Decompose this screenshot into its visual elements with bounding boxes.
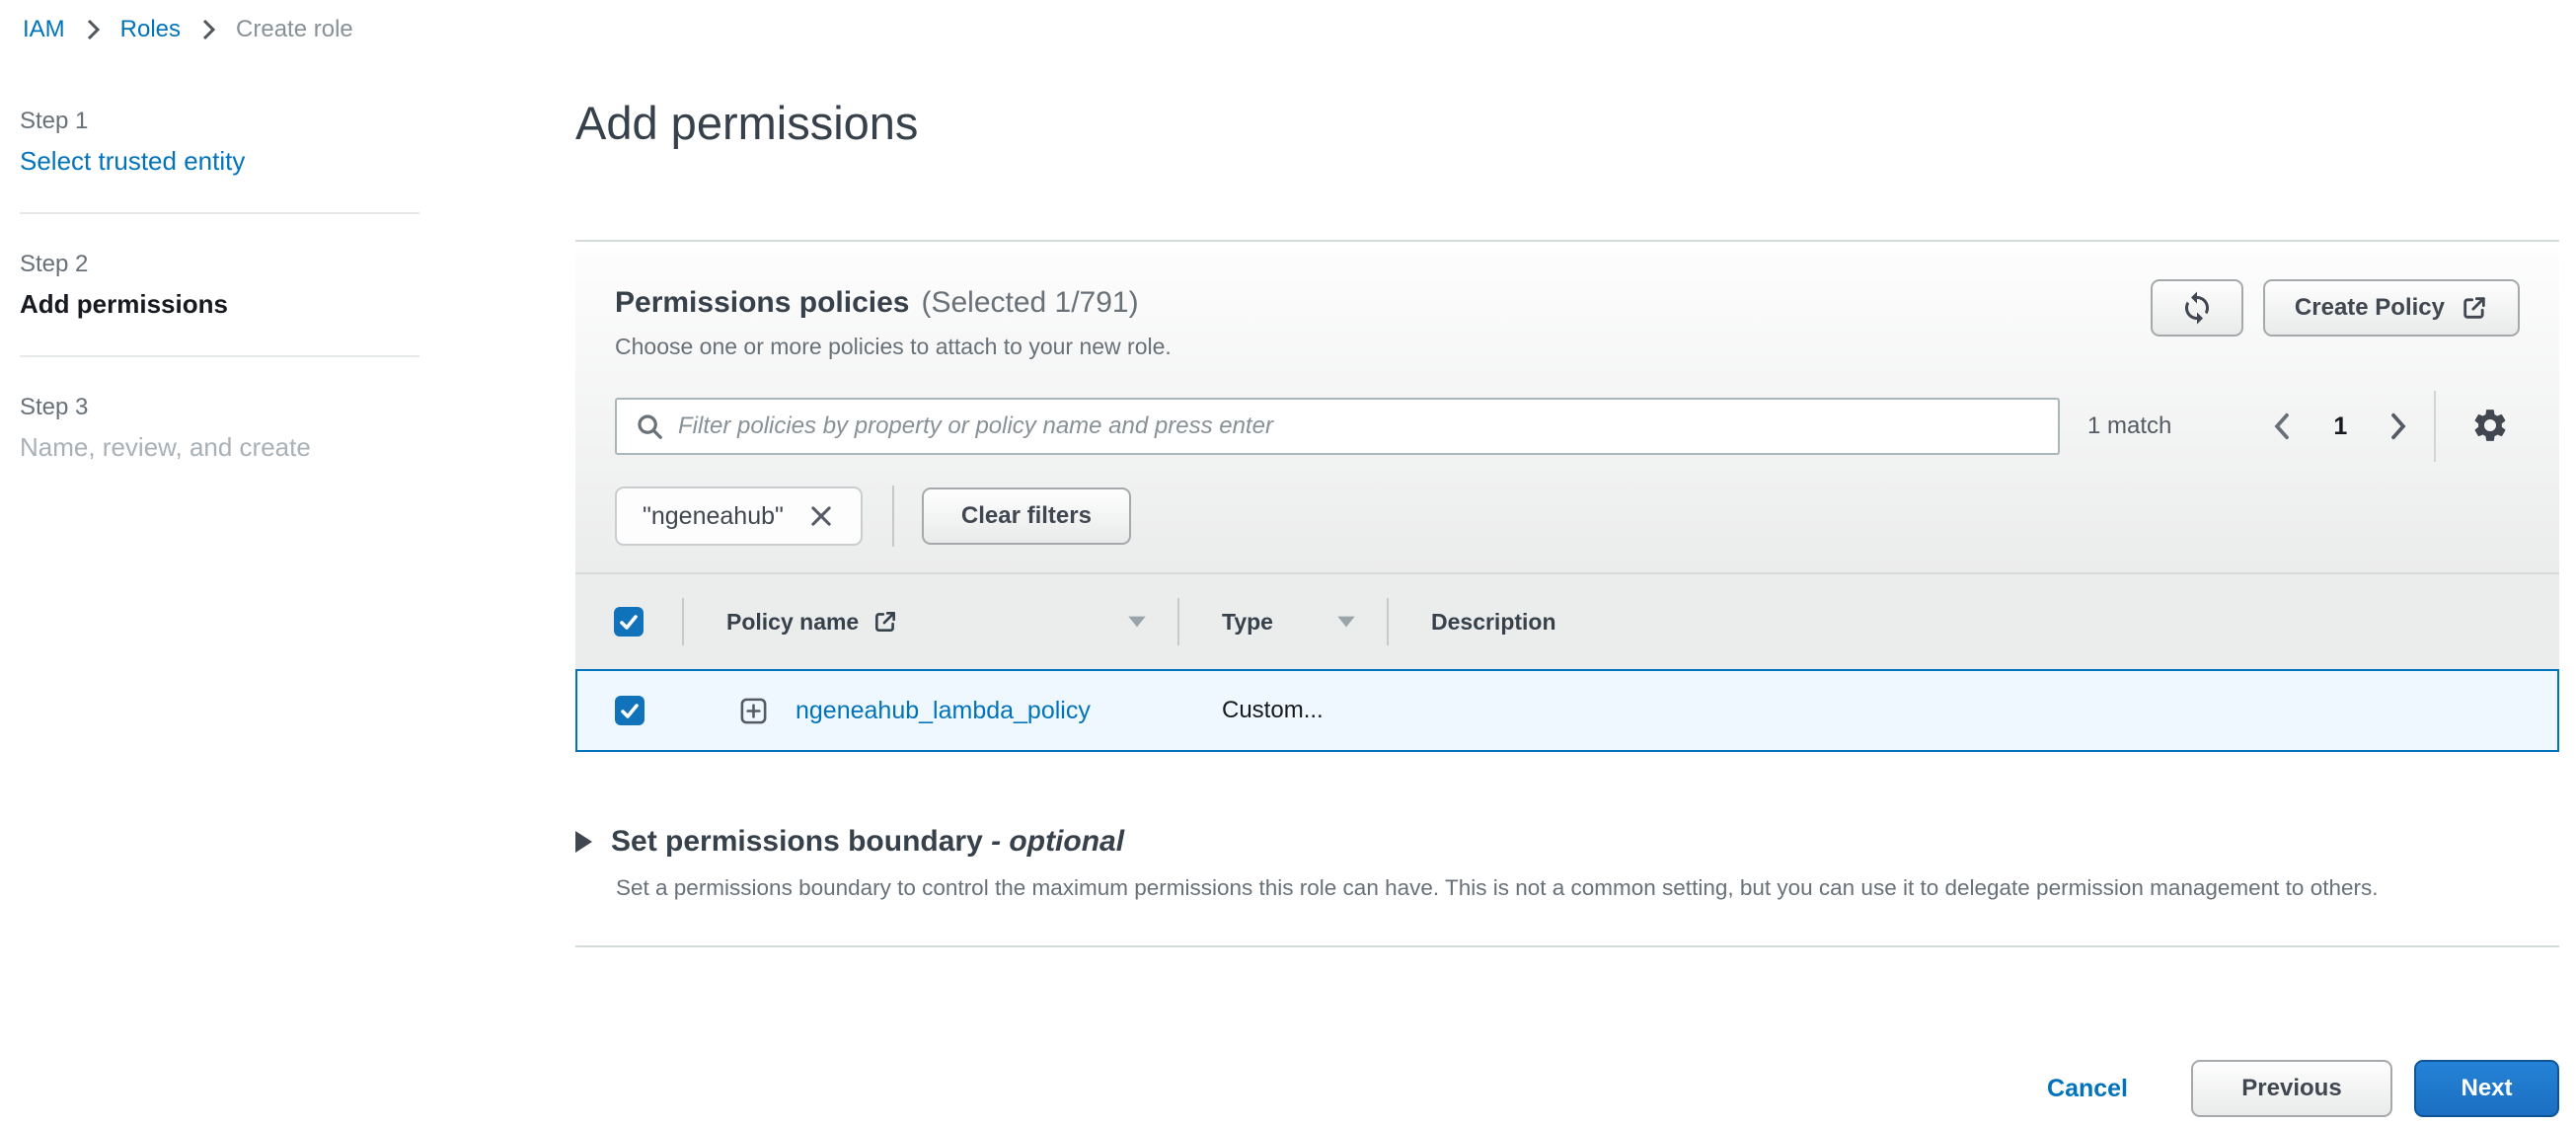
row-checkbox[interactable] (615, 696, 644, 725)
preferences-button[interactable] (2471, 407, 2509, 447)
divider (1387, 598, 1389, 645)
chevron-right-icon (2385, 412, 2412, 441)
refresh-button[interactable] (2151, 279, 2243, 337)
divider (575, 240, 2559, 242)
remove-filter-button[interactable] (807, 502, 835, 530)
divider (892, 486, 894, 547)
external-link-icon (872, 609, 898, 635)
gear-icon (2471, 407, 2509, 444)
page-number[interactable]: 1 (2333, 412, 2347, 441)
permissions-boundary-section: Set permissions boundary - optional Set … (575, 823, 2559, 902)
column-label: Policy name (726, 609, 859, 636)
boundary-expand-toggle[interactable]: Set permissions boundary - optional (575, 823, 2559, 861)
next-button[interactable]: Next (2414, 1060, 2559, 1117)
policy-type-cell: Custom... (1177, 697, 1387, 724)
column-header-type[interactable]: Type (1177, 609, 1387, 636)
next-page-button[interactable] (2385, 412, 2412, 441)
boundary-title: Set permissions boundary (611, 825, 991, 858)
breadcrumb-link-iam[interactable]: IAM (23, 16, 65, 43)
match-count: 1 match (2087, 412, 2171, 440)
close-icon (807, 502, 835, 530)
step-3: Step 3 Name, review, and create (20, 393, 419, 463)
divider (682, 598, 684, 645)
permissions-policies-panel: Permissions policies (Selected 1/791) Cho… (575, 249, 2559, 752)
check-icon (618, 699, 642, 722)
panel-header: Permissions policies (Selected 1/791) Cho… (575, 249, 2559, 572)
step-3-name: Name, review, and create (20, 431, 419, 463)
divider (2434, 391, 2436, 462)
step-1-link[interactable]: Select trusted entity (20, 145, 419, 177)
policy-filter-input[interactable] (678, 412, 2042, 440)
breadcrumb: IAM Roles Create role (23, 16, 353, 43)
policy-name-link[interactable]: ngeneahub_lambda_policy (796, 697, 1091, 725)
step-2-label: Step 2 (20, 250, 419, 279)
step-2-name: Add permissions (20, 288, 419, 320)
caret-right-icon (575, 831, 592, 853)
divider (20, 212, 419, 214)
clear-filters-button[interactable]: Clear filters (922, 488, 1131, 545)
divider (575, 945, 2559, 947)
table-row[interactable]: ngeneahub_lambda_policy Custom... (575, 669, 2559, 752)
column-header-description: Description (1387, 609, 2559, 636)
column-label: Type (1222, 609, 1273, 636)
step-1-label: Step 1 (20, 107, 419, 136)
previous-page-button[interactable] (2268, 412, 2296, 441)
main-content: Add permissions Permissions policies (Sel… (575, 0, 2559, 1117)
panel-title-group: Permissions policies (Selected 1/791) Cho… (615, 284, 1172, 361)
cancel-button[interactable]: Cancel (2047, 1075, 2128, 1103)
chevron-left-icon (2268, 412, 2296, 441)
create-policy-button[interactable]: Create Policy (2263, 279, 2520, 337)
divider (1177, 598, 1179, 645)
select-all-checkbox[interactable] (614, 607, 644, 637)
panel-title: Permissions policies (615, 286, 909, 319)
boundary-description: Set a permissions boundary to control th… (616, 874, 2559, 902)
boundary-title-optional: - optional (991, 825, 1124, 858)
filter-chip: "ngeneahub" (615, 487, 863, 546)
step-1: Step 1 Select trusted entity (20, 107, 419, 177)
policies-table-header: Policy name Type Description (575, 572, 2559, 669)
panel-subtitle: Choose one or more policies to attach to… (615, 332, 1172, 361)
breadcrumb-current: Create role (236, 16, 353, 43)
column-label: Description (1431, 609, 1556, 636)
policy-name-cell: ngeneahub_lambda_policy (682, 696, 1177, 726)
sort-down-icon (1124, 609, 1150, 635)
policy-search-box (615, 398, 2060, 455)
expand-plus-icon (738, 696, 769, 726)
expand-row-button[interactable] (738, 696, 769, 726)
selected-count: (Selected 1/791) (921, 286, 1138, 319)
page-title: Add permissions (575, 96, 2559, 151)
refresh-icon (2179, 290, 2215, 326)
chevron-right-icon (85, 18, 101, 41)
column-header-policy-name[interactable]: Policy name (682, 609, 1177, 636)
sort-down-icon (1333, 609, 1359, 635)
check-icon (617, 610, 641, 634)
create-policy-label: Create Policy (2295, 294, 2445, 322)
wizard-footer: Cancel Previous Next (575, 1060, 2559, 1117)
external-link-icon (2461, 294, 2488, 322)
chevron-right-icon (200, 18, 216, 41)
step-3-label: Step 3 (20, 393, 419, 422)
search-icon (635, 412, 664, 441)
divider (20, 355, 419, 357)
step-2: Step 2 Add permissions (20, 250, 419, 320)
breadcrumb-link-roles[interactable]: Roles (120, 16, 181, 43)
previous-button[interactable]: Previous (2191, 1060, 2392, 1117)
wizard-steps-sidebar: Step 1 Select trusted entity Step 2 Add … (20, 107, 419, 463)
filter-chip-label: "ngeneahub" (643, 502, 784, 531)
